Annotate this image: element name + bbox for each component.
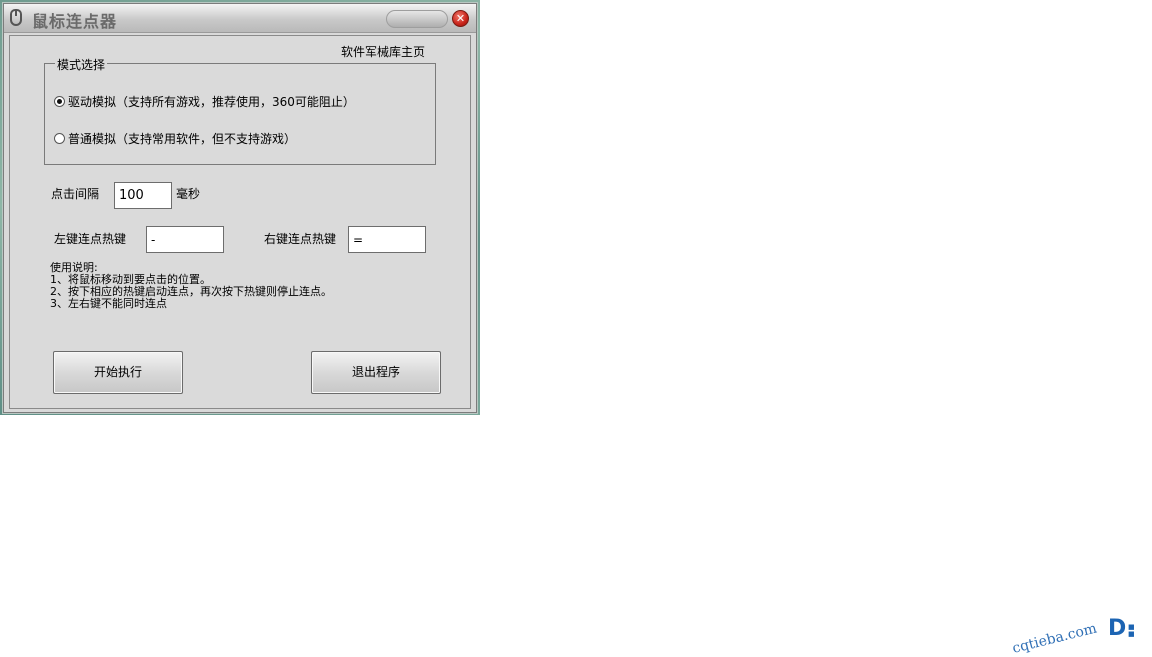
usage-instructions: 使用说明: 1、将鼠标移动到要点击的位置。 2、按下相应的热键启动连点，再次按下热键… bbox=[50, 262, 332, 310]
right-hotkey-label: 右键连点热键 bbox=[264, 232, 337, 246]
start-button[interactable]: 开始执行 bbox=[53, 351, 183, 394]
app-window: 鼠标连点器 ✕ 软件军械库主页 模式选择 驱动模拟（支持所有游戏，推荐使用，36… bbox=[3, 3, 477, 413]
exit-button[interactable]: 退出程序 bbox=[311, 351, 441, 394]
radio-button-unchecked[interactable] bbox=[54, 133, 65, 144]
title-bar[interactable]: 鼠标连点器 ✕ bbox=[4, 4, 476, 33]
interval-label: 点击间隔 bbox=[51, 187, 100, 201]
mode-groupbox: 模式选择 驱动模拟（支持所有游戏，推荐使用，360可能阻止） 普通模拟（支持常用… bbox=[44, 56, 436, 165]
radio-driver-label: 驱动模拟（支持所有游戏，推荐使用，360可能阻止） bbox=[68, 95, 355, 109]
close-icon[interactable]: ✕ bbox=[452, 10, 469, 27]
watermark: cqtieba.com D ■ ■ bbox=[1010, 614, 1143, 657]
main-panel: 软件军械库主页 模式选择 驱动模拟（支持所有游戏，推荐使用，360可能阻止） 普… bbox=[9, 35, 471, 409]
interval-input[interactable] bbox=[114, 182, 172, 209]
left-hotkey-input[interactable] bbox=[146, 226, 224, 253]
radio-driver-mode[interactable]: 驱动模拟（支持所有游戏，推荐使用，360可能阻止） bbox=[54, 93, 355, 110]
left-hotkey-label: 左键连点热键 bbox=[54, 232, 127, 246]
radio-button-checked[interactable] bbox=[54, 96, 65, 107]
window-title: 鼠标连点器 bbox=[32, 12, 118, 31]
home-page-link[interactable]: 软件军械库主页 bbox=[341, 43, 425, 60]
instruction-line: 3、左右键不能同时连点 bbox=[50, 297, 167, 310]
interval-unit: 毫秒 bbox=[176, 187, 201, 201]
mouse-icon bbox=[10, 9, 22, 26]
right-hotkey-input[interactable] bbox=[348, 226, 426, 253]
radio-normal-label: 普通模拟（支持常用软件，但不支持游戏） bbox=[68, 132, 297, 146]
watermark-text: cqtieba.com bbox=[1010, 620, 1098, 657]
mode-group-label: 模式选择 bbox=[55, 56, 108, 73]
radio-normal-mode[interactable]: 普通模拟（支持常用软件，但不支持游戏） bbox=[54, 130, 296, 147]
site-logo-icon: D ■ ■ bbox=[1108, 616, 1135, 641]
title-bar-decoration bbox=[386, 10, 448, 28]
